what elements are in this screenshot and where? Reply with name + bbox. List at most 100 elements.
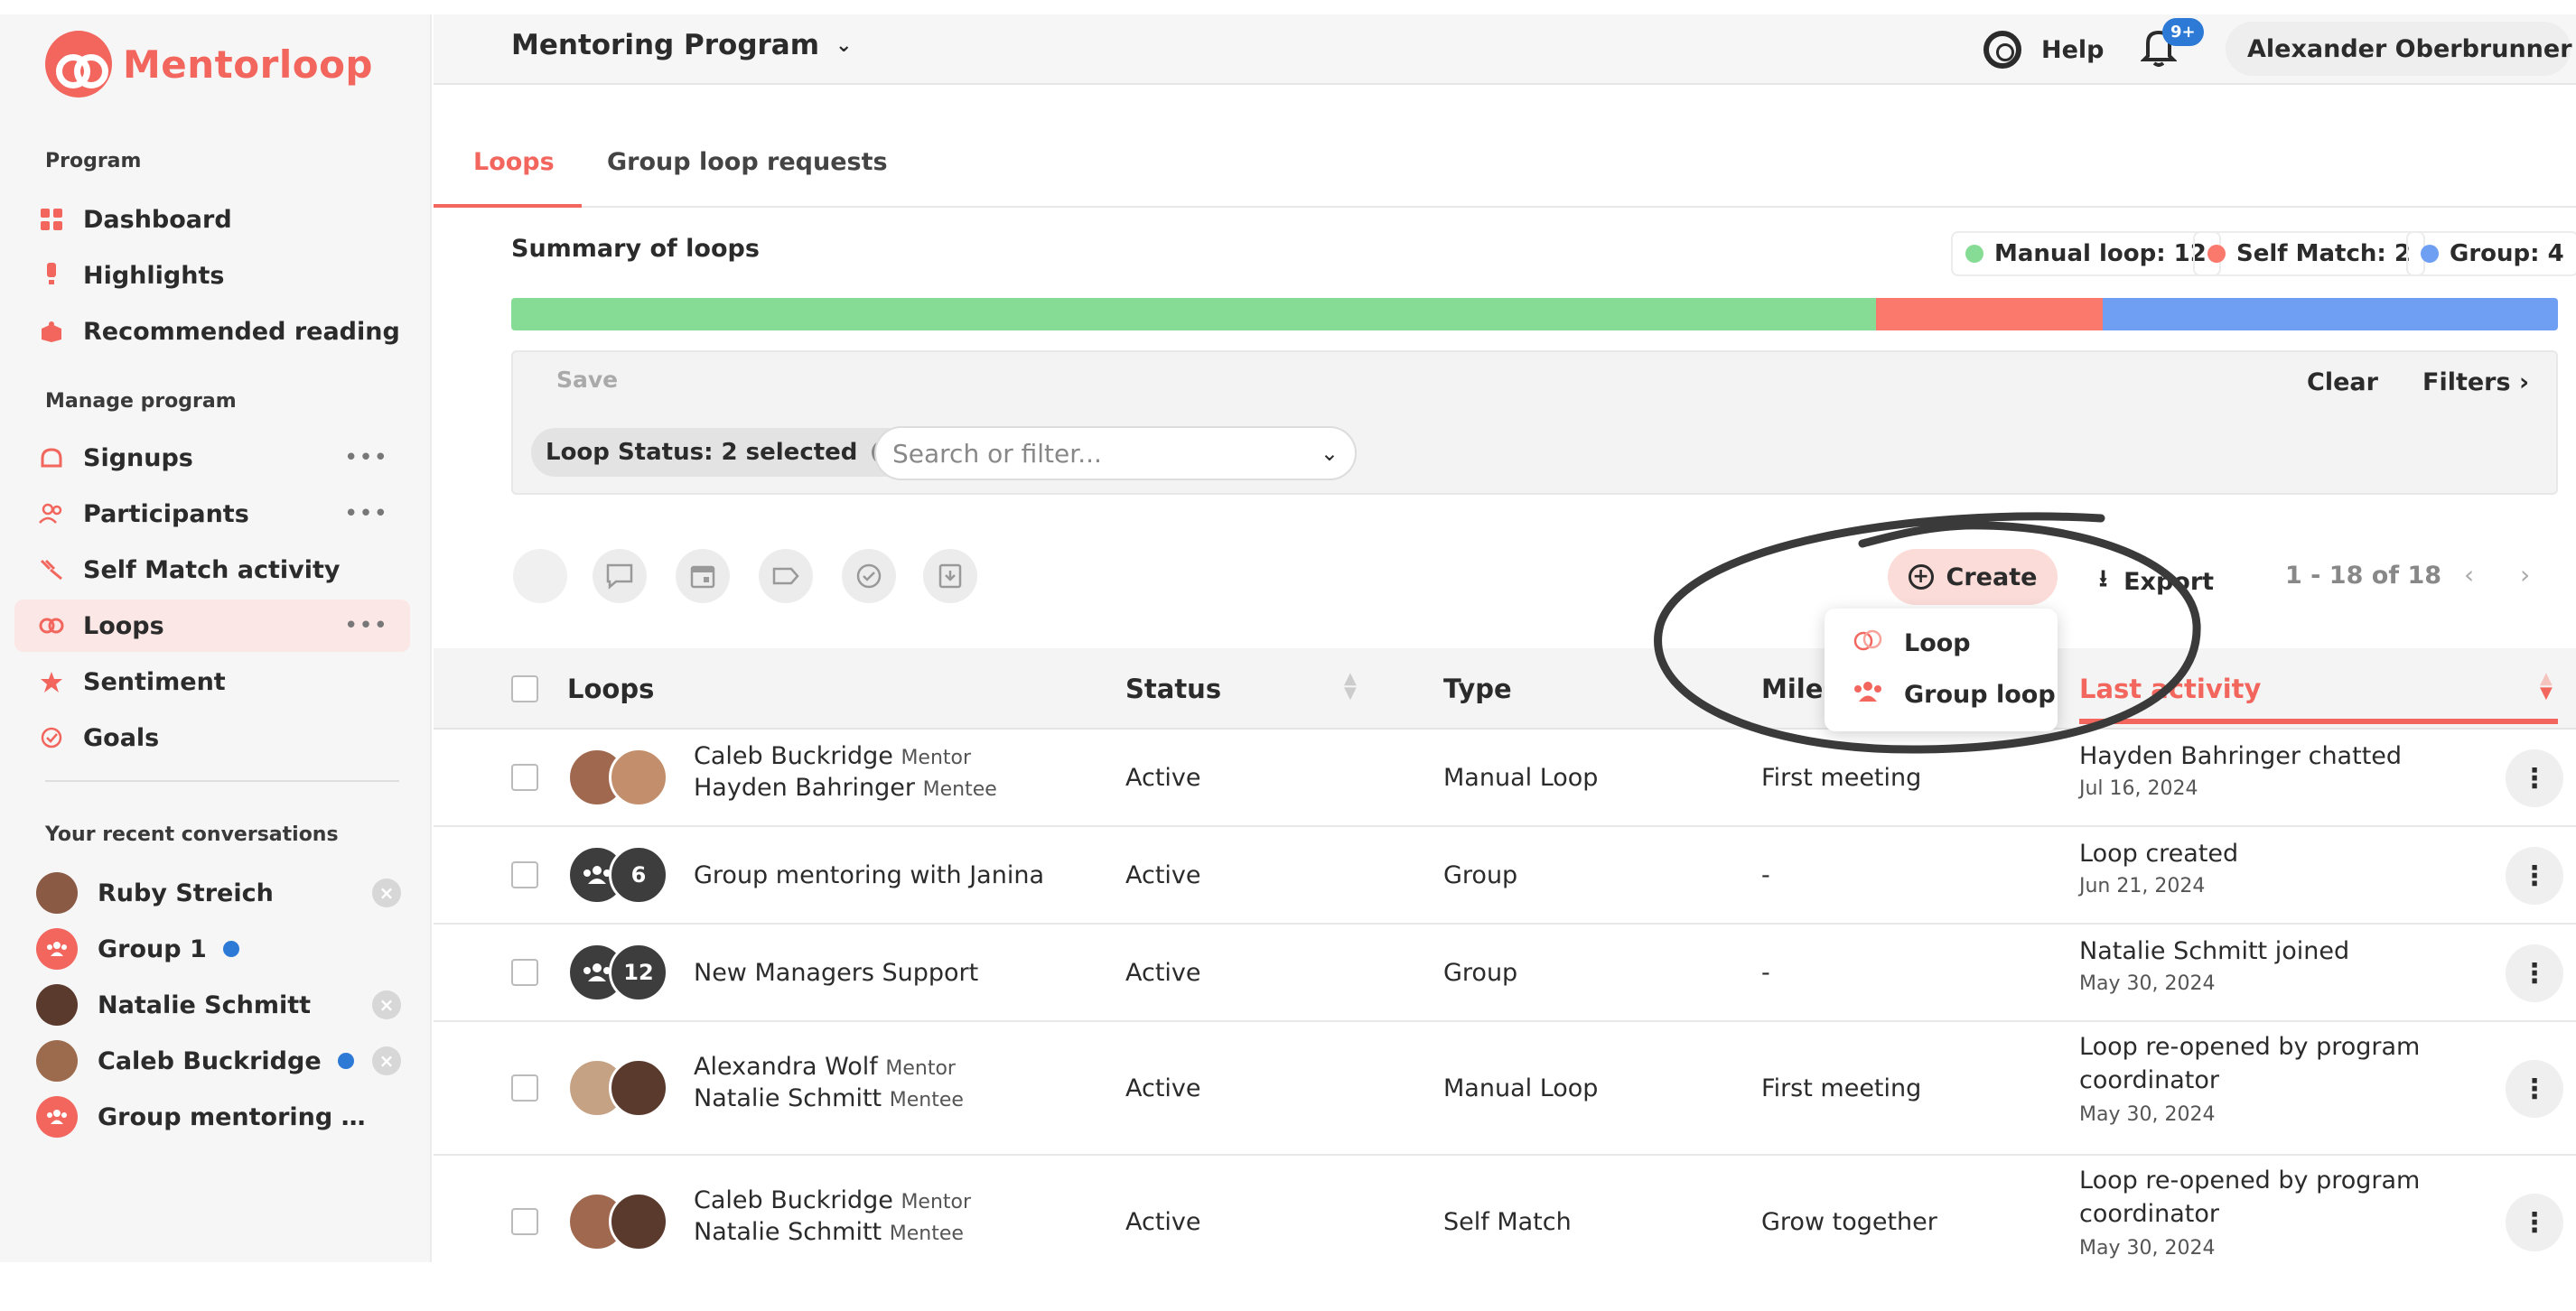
row-menu-icon[interactable]: ⋮ <box>2506 1060 2563 1118</box>
summary-bar-self-match <box>1875 298 2104 330</box>
group-avatars: 12 <box>567 943 668 1002</box>
loop-name[interactable]: Group mentoring with Janina <box>694 861 1044 889</box>
table-row[interactable]: 12 New Managers Support Active Group - N… <box>434 925 2576 1022</box>
row-menu-icon[interactable]: ⋮ <box>2506 1194 2563 1251</box>
column-header-loops[interactable]: Loops <box>567 674 654 704</box>
export-button[interactable]: ⭳ Export <box>2099 562 2214 601</box>
user-menu[interactable]: Alexander Oberbrunner <box>2226 22 2572 76</box>
create-button[interactable]: + Create <box>1888 549 2058 605</box>
book-icon <box>38 318 65 345</box>
row-checkbox[interactable] <box>511 764 538 791</box>
menu-item-loop[interactable]: Loop <box>1852 628 1971 658</box>
conversation-item[interactable]: Group mentoring with J... <box>36 1091 401 1143</box>
mentee-name: Natalie Schmitt <box>694 1218 882 1246</box>
legend-label: Manual loop: 12 <box>1994 240 2207 267</box>
more-icon[interactable]: ••• <box>344 444 388 471</box>
more-icon[interactable]: ••• <box>344 500 388 527</box>
loop-members[interactable]: Alexandra Wolf Mentor Natalie Schmitt Me… <box>694 1053 964 1112</box>
legend-label: Self Match: 2 <box>2236 240 2411 267</box>
row-checkbox[interactable] <box>511 959 538 986</box>
sidebar-item-loops[interactable]: Loops ••• <box>14 600 410 652</box>
help-button[interactable]: Help <box>1983 31 2105 69</box>
column-header-type[interactable]: Type <box>1443 674 1512 704</box>
role-label: Mentee <box>922 778 997 801</box>
activity-date: May 30, 2024 <box>2079 1103 2216 1126</box>
archive-icon[interactable] <box>923 549 977 603</box>
role-label: Mentor <box>901 747 972 769</box>
menu-item-group-loop[interactable]: Group loop <box>1852 681 2056 709</box>
activity-text: Loop created <box>2079 840 2239 868</box>
close-icon[interactable]: × <box>372 1046 401 1075</box>
tab-loops[interactable]: Loops <box>473 148 555 176</box>
table-row[interactable]: 6 Group mentoring with Janina Active Gro… <box>434 827 2576 925</box>
sidebar-item-goals[interactable]: Goals <box>14 711 410 764</box>
sidebar-item-dashboard[interactable]: Dashboard <box>14 193 410 246</box>
row-menu-icon[interactable]: ⋮ <box>2506 847 2563 905</box>
sidebar-item-signups[interactable]: Signups ••• <box>14 432 410 484</box>
status-filter-label: Loop Status: 2 selected <box>546 439 858 466</box>
table-row[interactable]: Caleb Buckridge Mentor Natalie Schmitt M… <box>434 1156 2576 1262</box>
close-icon[interactable]: × <box>372 879 401 907</box>
table-header: Loops Status ▲ ▼ Type Miles Last activity… <box>434 648 2576 730</box>
legend-label: Group: 4 <box>2450 240 2564 267</box>
more-icon[interactable]: ••• <box>344 612 388 639</box>
row-checkbox[interactable] <box>511 1208 538 1235</box>
sidebar-item-participants[interactable]: Participants ••• <box>14 488 410 540</box>
loop-members[interactable]: Caleb Buckridge Mentor Hayden Bahringer … <box>694 742 997 802</box>
role-label: Mentor <box>885 1057 956 1080</box>
search-input[interactable]: Search or filter... ⌄ <box>874 426 1357 480</box>
sort-icon[interactable]: ▲ ▼ <box>1344 671 1357 702</box>
row-menu-icon[interactable]: ⋮ <box>2506 944 2563 1002</box>
summary-bar-group <box>2103 298 2558 330</box>
loop-members[interactable]: Caleb Buckridge Mentor Natalie Schmitt M… <box>694 1186 971 1246</box>
row-menu-icon[interactable]: ⋮ <box>2506 749 2563 807</box>
chevron-right-icon[interactable]: › <box>2520 560 2530 590</box>
tag-icon[interactable] <box>759 549 813 603</box>
check-circle-icon[interactable] <box>842 549 896 603</box>
column-header-last-activity[interactable]: Last activity <box>2079 674 2261 704</box>
last-activity-cell: Hayden Bahringer chatted Jul 16, 2024 <box>2079 742 2402 800</box>
sidebar-item-recommended-reading[interactable]: Recommended reading <box>14 305 410 358</box>
conversation-item[interactable]: Caleb Buckridge × <box>36 1035 401 1087</box>
tab-group-loop-requests[interactable]: Group loop requests <box>607 148 888 176</box>
conversation-item[interactable]: Group 1 <box>36 923 401 975</box>
filters-label: Filters <box>2422 368 2511 396</box>
conversation-item[interactable]: Natalie Schmitt × <box>36 979 401 1031</box>
sidebar-item-self-match-activity[interactable]: Self Match activity <box>14 544 410 596</box>
calendar-icon[interactable] <box>676 549 730 603</box>
chevron-right-icon: › <box>2518 368 2530 396</box>
chevron-left-icon[interactable]: ‹ <box>2464 560 2474 590</box>
save-button[interactable]: Save <box>556 367 618 393</box>
conversation-name: Group 1 <box>98 934 207 963</box>
select-all-toggle[interactable] <box>513 549 567 603</box>
filter-panel: Save Clear Filters › Loop Status: 2 sele… <box>511 350 2558 495</box>
row-checkbox[interactable] <box>511 861 538 888</box>
select-all-checkbox[interactable] <box>511 675 538 702</box>
conversation-name: Natalie Schmitt <box>98 990 312 1019</box>
sort-desc-icon[interactable]: ▲ ▼ <box>2540 671 2553 702</box>
status-cell: Active <box>1125 861 1201 889</box>
type-cell: Manual Loop <box>1443 764 1599 792</box>
conversation-name: Group mentoring with J... <box>98 1102 378 1131</box>
clear-button[interactable]: Clear <box>2307 368 2378 396</box>
close-icon[interactable]: × <box>372 990 401 1019</box>
filters-button[interactable]: Filters › <box>2422 368 2529 396</box>
role-label: Mentee <box>889 1223 964 1245</box>
avatar <box>36 984 78 1026</box>
status-filter-chip[interactable]: Loop Status: 2 selected × <box>531 428 912 477</box>
loop-name[interactable]: New Managers Support <box>694 959 978 987</box>
logo[interactable]: Mentorloop <box>45 31 373 98</box>
participant-avatars <box>567 748 668 807</box>
avatar <box>609 1058 668 1118</box>
column-header-status[interactable]: Status <box>1125 674 1221 704</box>
table-row[interactable]: Alexandra Wolf Mentor Natalie Schmitt Me… <box>434 1022 2576 1156</box>
create-label: Create <box>1946 563 2038 591</box>
sidebar-item-sentiment[interactable]: Sentiment <box>14 656 410 708</box>
sidebar-item-highlights[interactable]: Highlights <box>14 249 410 302</box>
table-row[interactable]: Caleb Buckridge Mentor Hayden Bahringer … <box>434 730 2576 827</box>
row-checkbox[interactable] <box>511 1074 538 1102</box>
mentee-name: Hayden Bahringer <box>694 774 916 802</box>
message-icon[interactable] <box>593 549 647 603</box>
conversation-item[interactable]: Ruby Streich × <box>36 867 401 919</box>
program-selector[interactable]: Mentoring Program ⌄ <box>511 29 852 61</box>
